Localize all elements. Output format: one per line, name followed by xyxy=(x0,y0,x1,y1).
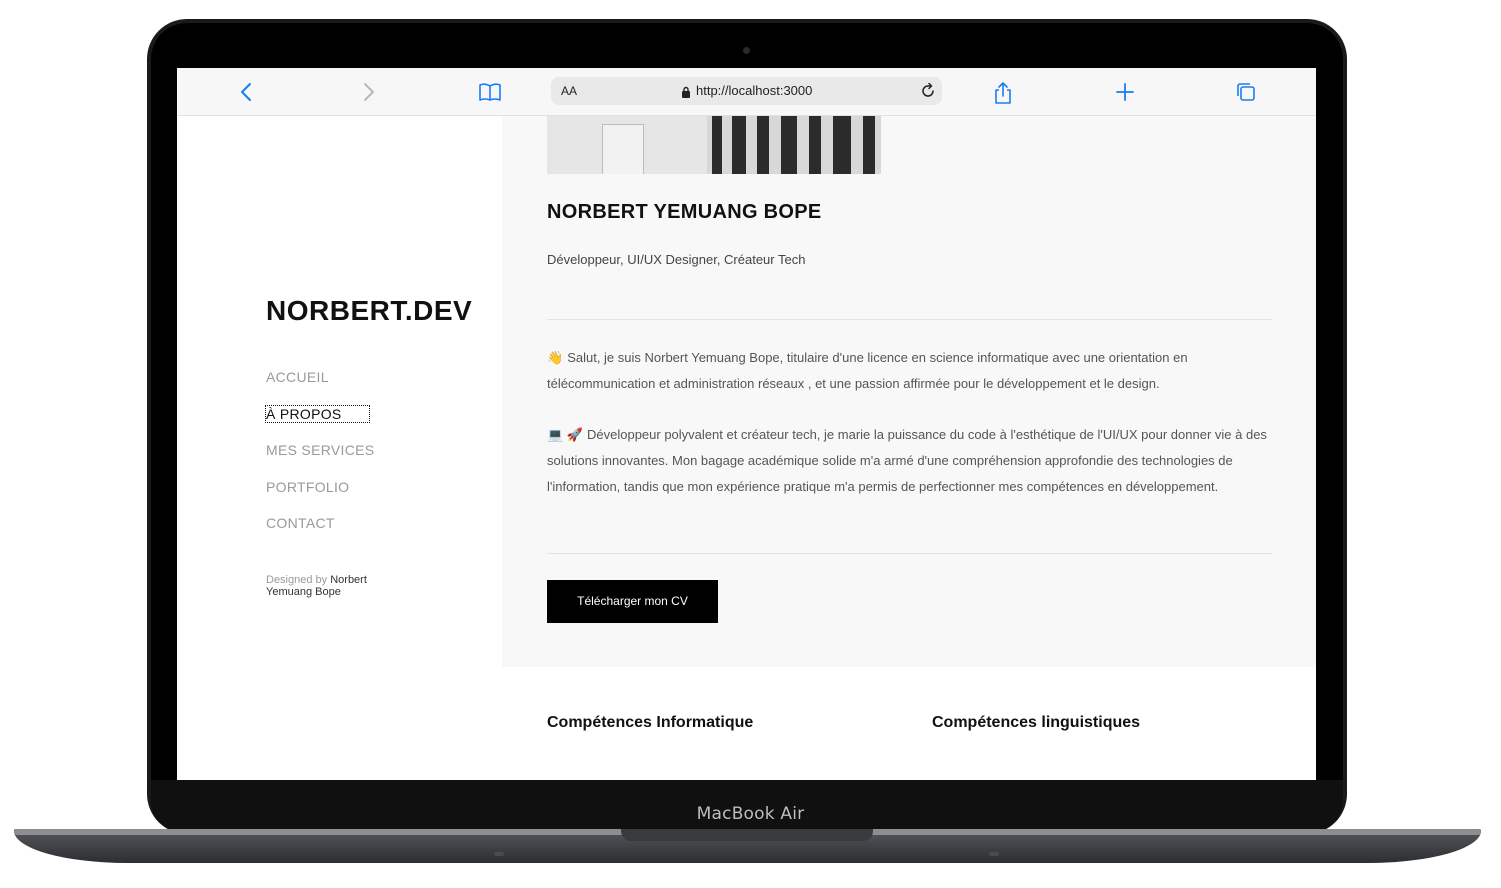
browser-toolbar: AA http://localhost:3000 xyxy=(177,68,1316,116)
laptop-rocket-icon: 💻 🚀 xyxy=(547,427,583,442)
screen: AA http://localhost:3000 NORBERT.DEV ACC… xyxy=(177,68,1316,780)
forward-icon[interactable] xyxy=(357,81,379,103)
profile-role: Développeur, UI/UX Designer, Créateur Te… xyxy=(547,252,806,267)
sidebar: NORBERT.DEV ACCUEIL À PROPOS MES SERVICE… xyxy=(177,116,502,780)
nav-item-services[interactable]: MES SERVICES xyxy=(266,442,374,458)
profile-name: NORBERT YEMUANG BOPE xyxy=(547,201,822,223)
divider xyxy=(547,319,1272,320)
laptop-foot xyxy=(494,852,504,856)
laptop-foot xyxy=(989,852,999,856)
address-bar[interactable]: AA http://localhost:3000 xyxy=(551,77,942,105)
designer-credit: Designed by Norbert Yemuang Bope xyxy=(266,574,406,598)
laptop-notch xyxy=(621,829,873,841)
reload-icon[interactable] xyxy=(919,82,937,105)
nav-item-contact[interactable]: CONTACT xyxy=(266,515,335,531)
about-section: NORBERT YEMUANG BOPE Développeur, UI/UX … xyxy=(502,116,1316,667)
text-size-button[interactable]: AA xyxy=(561,84,577,98)
download-cv-button[interactable]: Télécharger mon CV xyxy=(547,580,718,623)
nav-item-a-propos[interactable]: À PROPOS xyxy=(265,405,370,423)
language-skills-title: Compétences linguistiques xyxy=(932,714,1141,731)
wave-icon: 👋 xyxy=(547,350,564,365)
about-paragraph-1: 👋 Salut, je suis Norbert Yemuang Bope, ti… xyxy=(547,345,1277,397)
about-paragraph-2: 💻 🚀 Développeur polyvalent et créateur te… xyxy=(547,422,1277,500)
divider xyxy=(547,553,1272,554)
site-logo[interactable]: NORBERT.DEV xyxy=(266,295,472,327)
camera-icon xyxy=(743,47,750,54)
credit-prefix: Designed by xyxy=(266,574,328,586)
about-text-2: Développeur polyvalent et créateur tech,… xyxy=(547,427,1267,494)
bookmarks-icon[interactable] xyxy=(478,81,501,103)
profile-photo xyxy=(547,116,881,174)
it-skills-title: Compétences Informatique xyxy=(547,714,754,731)
share-icon[interactable] xyxy=(992,81,1014,104)
nav-item-accueil[interactable]: ACCUEIL xyxy=(266,369,329,385)
tabs-icon[interactable] xyxy=(1235,81,1257,103)
new-tab-icon[interactable] xyxy=(1114,81,1136,103)
about-text-1: Salut, je suis Norbert Yemuang Bope, tit… xyxy=(547,350,1188,391)
device-label: MacBook Air xyxy=(696,804,805,824)
url-text[interactable]: http://localhost:3000 xyxy=(696,83,812,98)
nav-item-portfolio[interactable]: PORTFOLIO xyxy=(266,479,349,495)
lock-icon xyxy=(681,85,691,103)
web-page: NORBERT.DEV ACCUEIL À PROPOS MES SERVICE… xyxy=(177,116,1316,780)
back-icon[interactable] xyxy=(236,81,258,103)
